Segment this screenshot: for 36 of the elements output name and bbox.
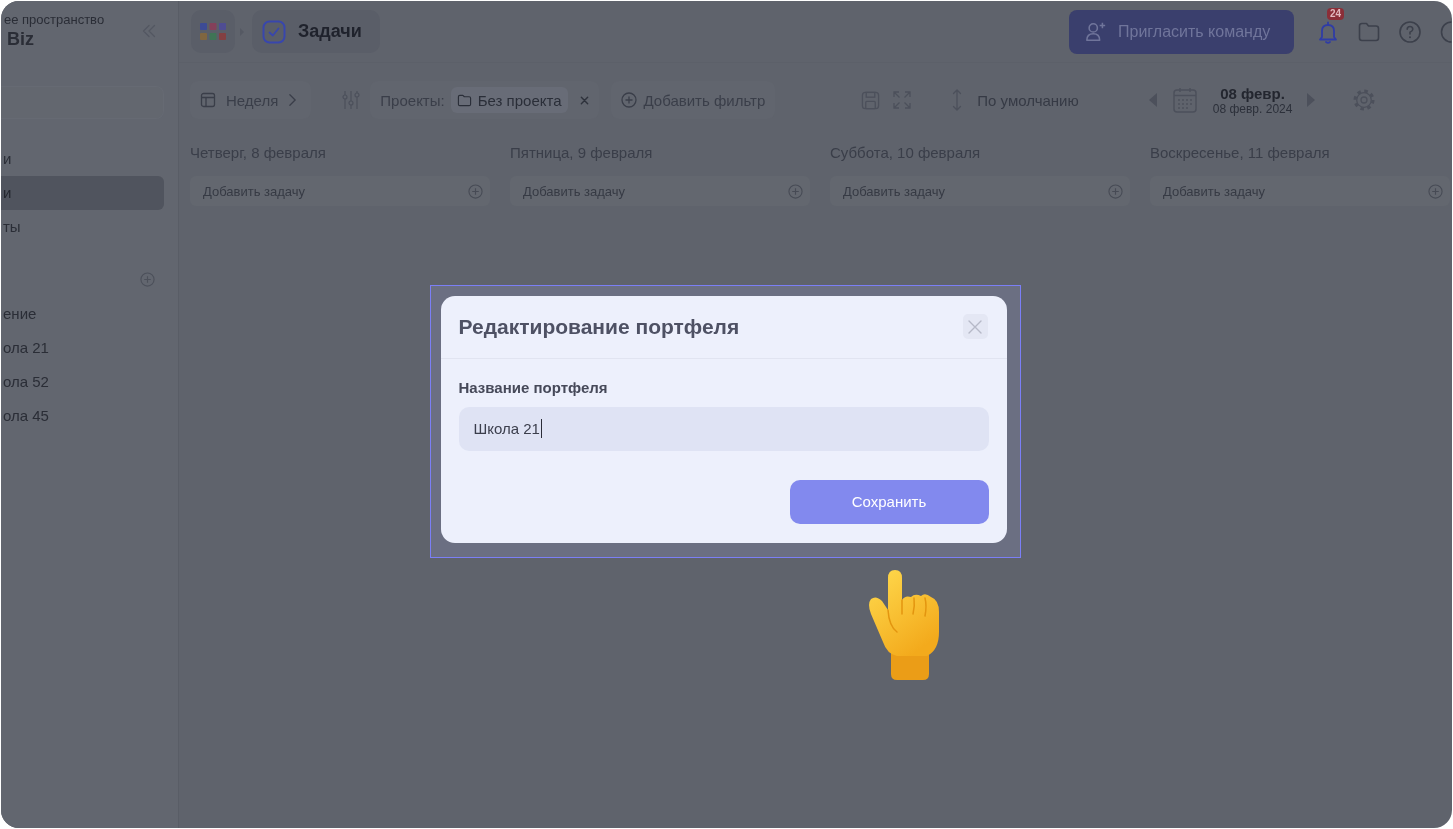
current-date: 08 февр.	[1220, 84, 1285, 102]
checkbox-icon	[262, 19, 286, 44]
plus-circle-icon[interactable]	[788, 183, 803, 199]
field-label: Название портфеля	[458, 378, 608, 397]
workspace-caption: ее пространство	[4, 12, 105, 28]
help-icon[interactable]	[1398, 19, 1422, 44]
tasks-tab[interactable]: Задачи	[252, 10, 380, 53]
input-field[interactable]	[1, 86, 164, 119]
add-user-icon	[1085, 20, 1107, 43]
dialog-title: Редактирование портфеля	[458, 314, 740, 339]
text-cursor	[540, 419, 542, 438]
plus-circle-icon[interactable]	[1428, 183, 1443, 199]
sidebar-item[interactable]: ты	[1, 210, 164, 244]
portfolio-item[interactable]: ола 52	[1, 365, 164, 399]
portfolio-item[interactable]: ение	[1, 297, 164, 331]
layout-icon	[200, 92, 216, 108]
folder-icon	[456, 92, 472, 108]
notification-bell-icon[interactable]	[1316, 19, 1340, 44]
close-icon	[968, 319, 982, 334]
filter-chip[interactable]: Без проекта	[450, 87, 568, 113]
workspace-name: Biz	[7, 28, 34, 50]
plus-circle-icon	[620, 92, 637, 108]
apps-button[interactable]	[191, 10, 235, 53]
app-grid-icon	[200, 23, 226, 40]
sidebar-item[interactable]: и	[1, 142, 164, 176]
remove-filter-icon[interactable]	[579, 95, 589, 105]
pointing-hand-icon	[867, 570, 941, 680]
portfolio-item[interactable]: ола 21	[1, 331, 164, 365]
save-button[interactable]: Сохранить	[789, 479, 989, 524]
portfolio-name-field[interactable]: Школа 21	[458, 406, 989, 451]
portfolio-item[interactable]: ола 45	[1, 399, 164, 433]
notification-badge: 24	[1327, 7, 1345, 20]
close-button[interactable]	[962, 314, 988, 339]
plus-circle-icon[interactable]	[1108, 183, 1123, 199]
plus-circle-icon[interactable]	[468, 183, 483, 199]
chevron-right-icon	[288, 93, 298, 107]
